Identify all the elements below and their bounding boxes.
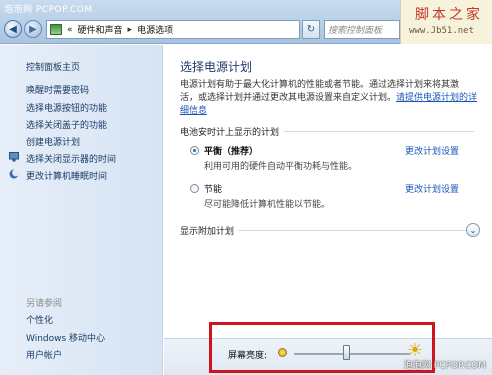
- description-line-2: 活，或选择计划并通过更改其电源设置来自定义计划。: [180, 93, 397, 103]
- forward-arrow-icon[interactable]: ▶: [24, 20, 42, 38]
- site-watermark: 脚本之家 www.Jb51.net: [400, 0, 492, 44]
- watermark-cn: 脚本之家: [415, 7, 483, 23]
- see-also-user-accounts[interactable]: 用户帐户: [26, 348, 62, 361]
- address-bar[interactable]: « 硬件和声音 ▸ 电源选项: [46, 20, 300, 39]
- plan-saver-radio[interactable]: [190, 184, 199, 193]
- page-title: 选择电源计划: [180, 60, 253, 74]
- monitor-icon: [9, 152, 19, 162]
- breadcrumb-power-options[interactable]: 电源选项: [137, 23, 173, 36]
- plan-balanced-desc: 利用可用的硬件自动平衡功耗与性能。: [204, 162, 358, 172]
- sidebar-item-wake-password[interactable]: 唤醒时需要密码: [26, 83, 89, 96]
- show-extra-plans-label[interactable]: 显示附加计划: [180, 224, 234, 237]
- control-panel-icon: [50, 24, 62, 35]
- moon-icon: [9, 169, 19, 179]
- plan-balanced-change-link[interactable]: 更改计划设置: [405, 144, 459, 157]
- plan-balanced-name[interactable]: 平衡（推荐）: [204, 144, 258, 157]
- see-also-personalization[interactable]: 个性化: [26, 313, 53, 326]
- sidebar-item-power-button[interactable]: 选择电源按钮的功能: [26, 101, 107, 114]
- page-description: 电源计划有助于最大化计算机的性能或者节能。通过选择计划来将其激 活，或选择计划并…: [180, 79, 480, 118]
- watermark-url: www.Jb51.net: [409, 26, 475, 36]
- description-line-1: 电源计划有助于最大化计算机的性能或者节能。通过选择计划来将其激: [180, 80, 460, 90]
- brightness-slider-thumb[interactable]: [343, 345, 351, 360]
- title-bar: 泡泡网 PCPOP.COM ◀ ▶ « 硬件和声音 ▸ 电源选项 ↻ 搜索控制面…: [0, 0, 492, 44]
- plan-balanced-radio[interactable]: [190, 146, 199, 155]
- plan-saver-name[interactable]: 节能: [204, 182, 222, 195]
- watermark-bottom: 泡泡网 PCPOP.COM: [403, 361, 486, 371]
- search-input[interactable]: 搜索控制面板: [324, 20, 400, 39]
- extra-plans-divider: [238, 230, 466, 231]
- breadcrumb-prefix: «: [67, 24, 73, 35]
- section-divider: [284, 131, 474, 132]
- refresh-icon[interactable]: ↻: [302, 20, 320, 39]
- battery-plans-heading: 电池安时计上显示的计划: [180, 128, 280, 138]
- chevron-down-icon[interactable]: ⌄: [466, 223, 480, 237]
- sidebar-item-lid[interactable]: 选择关闭盖子的功能: [26, 118, 107, 131]
- sidebar: 控制面板主页 唤醒时需要密码 选择电源按钮的功能 选择关闭盖子的功能 创建电源计…: [0, 45, 163, 375]
- sidebar-item-sleep[interactable]: 更改计算机睡眠时间: [26, 169, 107, 182]
- dim-sun-icon: [278, 348, 287, 357]
- plan-saver-change-link[interactable]: 更改计划设置: [405, 182, 459, 195]
- back-arrow-icon[interactable]: ◀: [4, 20, 22, 38]
- breadcrumb-hardware[interactable]: 硬件和声音: [78, 23, 123, 36]
- sidebar-home-link[interactable]: 控制面板主页: [26, 60, 80, 73]
- sidebar-item-create-plan[interactable]: 创建电源计划: [26, 135, 80, 148]
- see-also-heading: 另请参阅: [26, 299, 63, 309]
- sidebar-item-display-off[interactable]: 选择关闭显示器的时间: [26, 152, 116, 165]
- plan-saver-desc: 尽可能降低计算机性能以节能。: [204, 200, 331, 210]
- breadcrumb-separator-icon: ▸: [127, 24, 133, 35]
- brightness-slider-track[interactable]: [294, 353, 410, 355]
- brightness-label: 屏幕亮度:: [228, 351, 268, 361]
- watermark-top: 泡泡网 PCPOP.COM: [4, 5, 93, 15]
- see-also-mobility-center[interactable]: Windows 移动中心: [26, 331, 105, 344]
